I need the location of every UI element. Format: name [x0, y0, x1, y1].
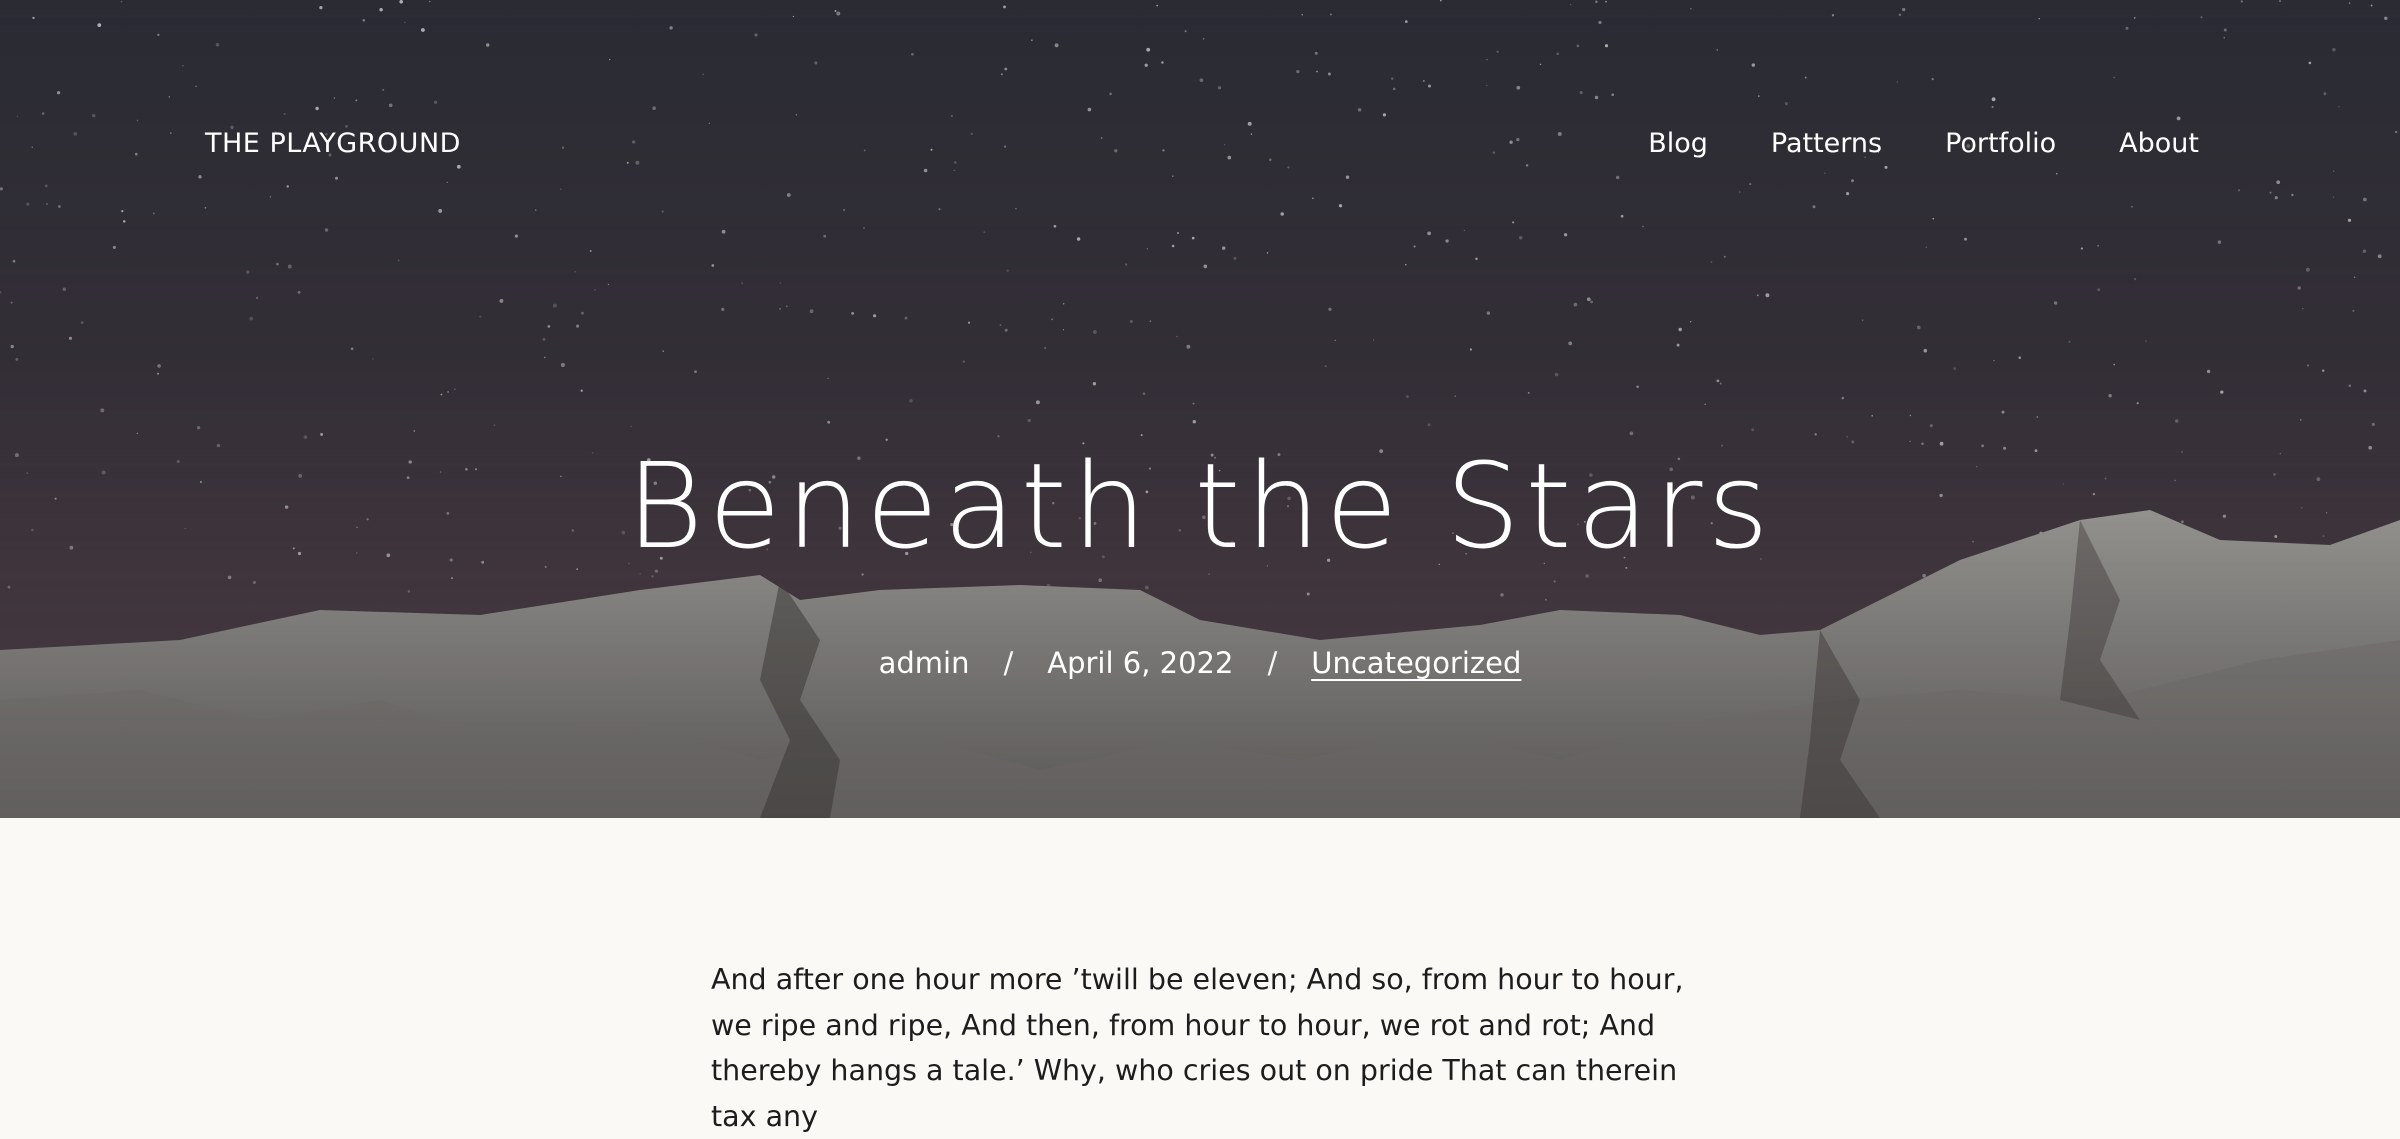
post-content: And after one hour more ’twill be eleven…	[711, 957, 1691, 1139]
hero-header: THE PLAYGROUND Blog Patterns Portfolio A…	[0, 0, 2400, 818]
hero-background-image	[0, 0, 2400, 818]
post-meta: admin / April 6, 2022 / Uncategorized	[0, 646, 2400, 680]
nav-item-patterns[interactable]: Patterns	[1771, 128, 1882, 159]
site-title-link[interactable]: THE PLAYGROUND	[205, 128, 461, 159]
main-navigation: Blog Patterns Portfolio About	[1648, 128, 2199, 159]
nav-item-about[interactable]: About	[2119, 128, 2199, 159]
post-paragraph: And after one hour more ’twill be eleven…	[711, 963, 1684, 1133]
post-date: April 6, 2022	[1047, 646, 1234, 680]
post-author: admin	[878, 646, 970, 680]
post-title: Beneath the Stars	[626, 437, 1774, 575]
post-category-link[interactable]: Uncategorized	[1311, 646, 1521, 680]
meta-separator: /	[1003, 646, 1014, 680]
nav-item-portfolio[interactable]: Portfolio	[1945, 128, 2056, 159]
nav-item-blog[interactable]: Blog	[1648, 128, 1708, 159]
meta-separator: /	[1267, 646, 1278, 680]
